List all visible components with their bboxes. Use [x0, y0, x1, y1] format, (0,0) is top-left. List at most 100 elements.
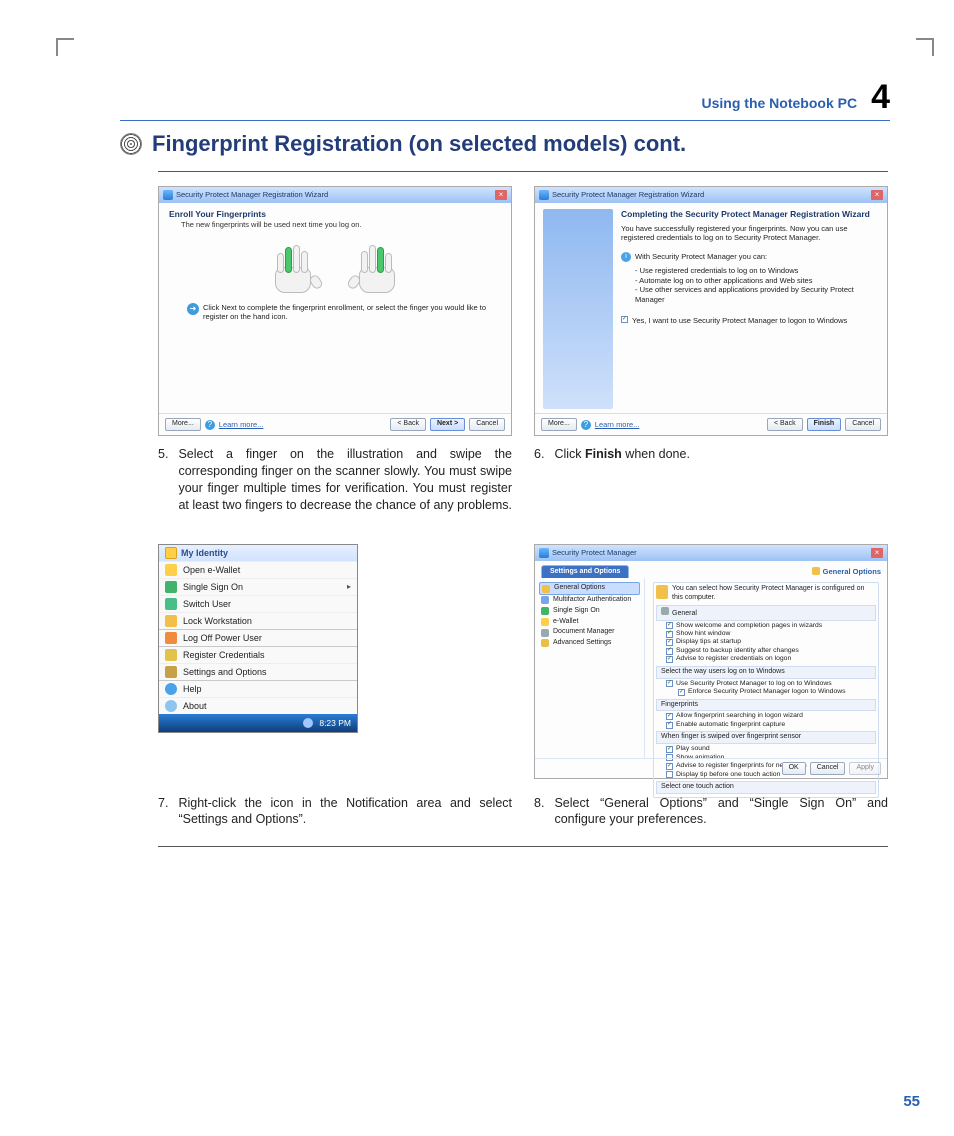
back-button[interactable]: < Back [390, 418, 426, 431]
logon-checkbox[interactable] [621, 316, 628, 323]
menu-item-lock-workstation[interactable]: Lock Workstation [159, 612, 357, 629]
group-select-action: Select one touch action [661, 783, 734, 790]
registered-finger-icon[interactable] [377, 247, 384, 273]
step6-cell: Security Protect Manager Registration Wi… [534, 186, 888, 514]
menu-item-about[interactable]: About [159, 697, 357, 714]
cancel-button[interactable]: Cancel [810, 762, 846, 775]
menu-item-register-credentials[interactable]: Register Credentials [159, 646, 357, 663]
sidebar-item-advanced[interactable]: Advanced Settings [539, 638, 640, 649]
step7-text: Right-click the icon in the Notification… [178, 795, 512, 829]
hands-illustration[interactable] [159, 231, 511, 299]
step8-footer: OK Cancel Apply [535, 758, 887, 778]
menu-item-open-ewallet[interactable]: Open e-Wallet [159, 561, 357, 578]
step5-caption: 5. Select a finger on the illustration a… [158, 446, 512, 514]
ok-button[interactable]: OK [782, 762, 806, 775]
step7-cell: My Identity Open e-Wallet Single Sign On… [158, 544, 512, 829]
right-hand[interactable] [349, 239, 405, 295]
crop-mark-top-right [916, 38, 934, 56]
app-icon [163, 190, 173, 200]
help-icon[interactable]: ? [205, 420, 215, 430]
more-button[interactable]: More... [541, 418, 577, 431]
step8-caption: 8. Select “General Options” and “Single … [534, 795, 888, 829]
more-button[interactable]: More... [165, 418, 201, 431]
step5-window-title: Security Protect Manager Registration Wi… [176, 190, 328, 199]
app-icon [539, 190, 549, 200]
group-swipe: When finger is swiped over fingerprint s… [661, 733, 801, 740]
sidebar-item-general-options[interactable]: General Options [539, 582, 640, 595]
step6-subheading: You have successfully registered your fi… [621, 224, 879, 243]
step6-titlebar: Security Protect Manager Registration Wi… [535, 187, 887, 203]
cancel-button[interactable]: Cancel [845, 418, 881, 431]
menu-item-help[interactable]: Help [159, 680, 357, 697]
group-logon: Select the way users log on to Windows [661, 668, 785, 675]
tab-general-options: General Options [823, 567, 881, 576]
bottom-rule [158, 846, 888, 847]
info-icon: i [621, 252, 631, 262]
group-general: General [672, 610, 697, 617]
settings-sidebar: General Options Multifactor Authenticati… [535, 578, 645, 758]
help-icon[interactable]: ? [581, 420, 591, 430]
step5-num: 5. [158, 446, 168, 514]
crop-mark-top-left [56, 38, 74, 56]
learn-more-link[interactable]: Learn more... [219, 420, 264, 429]
tray-icon[interactable] [303, 718, 313, 728]
option-checkbox[interactable]: Enforce Security Protect Manager logon t… [656, 688, 876, 696]
group-icon [661, 607, 669, 615]
option-checkbox[interactable]: Show hint window [656, 630, 876, 638]
step5-hint: Click Next to complete the fingerprint e… [203, 303, 499, 322]
option-checkbox[interactable]: Suggest to backup identity after changes [656, 647, 876, 655]
step6-num: 6. [534, 446, 544, 463]
close-icon[interactable]: × [495, 190, 507, 200]
page-number: 55 [903, 1093, 920, 1110]
option-checkbox[interactable]: Enable automatic fingerprint capture [656, 721, 876, 729]
lock-icon [165, 615, 177, 627]
step6-bullet: - Use registered credentials to log on t… [635, 266, 879, 275]
option-checkbox[interactable]: Show welcome and completion pages in wiz… [656, 622, 876, 630]
menu-item-switch-user[interactable]: Switch User [159, 595, 357, 612]
step5-subheading: The new fingerprints will be used next t… [169, 220, 501, 229]
next-button[interactable]: Next > [430, 418, 465, 431]
wizard-side-graphic [543, 209, 613, 409]
fingerprint-icon [120, 133, 142, 155]
menu-item-single-sign-on[interactable]: Single Sign On▸ [159, 578, 357, 595]
option-checkbox[interactable]: Display tips at startup [656, 638, 876, 646]
menu-item-settings-and-options[interactable]: Settings and Options [159, 663, 357, 680]
sidebar-item-multifactor[interactable]: Multifactor Authentication [539, 595, 640, 606]
chapter-header: Using the Notebook PC 4 [120, 80, 890, 114]
step8-window-title: Security Protect Manager [552, 548, 637, 557]
close-icon[interactable]: × [871, 548, 883, 558]
steps-grid: Security Protect Manager Registration Wi… [158, 186, 888, 828]
finish-button[interactable]: Finish [807, 418, 842, 431]
step6-text: Click Finish when done. [554, 446, 689, 463]
sso-icon [165, 581, 177, 593]
sidebar-item-doc-manager[interactable]: Document Manager [539, 627, 640, 638]
settings-panel: You can select how Security Protect Mana… [645, 578, 887, 758]
registered-finger-icon[interactable] [285, 247, 292, 273]
menu-item-log-off[interactable]: Log Off Power User [159, 629, 357, 646]
learn-more-link[interactable]: Learn more... [595, 420, 640, 429]
apply-button[interactable]: Apply [849, 762, 881, 775]
settings-icon [165, 666, 177, 678]
logoff-icon [165, 632, 177, 644]
cancel-button[interactable]: Cancel [469, 418, 505, 431]
sidebar-item-sso[interactable]: Single Sign On [539, 606, 640, 617]
tab-settings[interactable]: Settings and Options [541, 565, 629, 579]
close-icon[interactable]: × [871, 190, 883, 200]
left-hand[interactable] [265, 239, 321, 295]
step6-heading: Completing the Security Protect Manager … [621, 209, 879, 220]
taskbar: 8:23 PM [159, 714, 357, 732]
option-checkbox[interactable]: Use Security Protect Manager to log on t… [656, 680, 876, 688]
back-button[interactable]: < Back [767, 418, 803, 431]
header-rule [120, 120, 890, 121]
section-title-row: Fingerprint Registration (on selected mo… [120, 131, 890, 157]
sidebar-item-ewallet[interactable]: e-Wallet [539, 617, 640, 628]
section-rule [158, 171, 888, 172]
option-checkbox[interactable]: Advise to register credentials on logon [656, 655, 876, 663]
step5-button-row: More... ? Learn more... < Back Next > Ca… [159, 413, 511, 435]
gear-icon [812, 567, 820, 575]
option-checkbox[interactable]: Play sound [656, 745, 876, 753]
wallet-icon [165, 564, 177, 576]
step8-num: 8. [534, 795, 544, 829]
option-checkbox[interactable]: Allow fingerprint searching in logon wiz… [656, 712, 876, 720]
step5-screenshot: Security Protect Manager Registration Wi… [158, 186, 512, 436]
